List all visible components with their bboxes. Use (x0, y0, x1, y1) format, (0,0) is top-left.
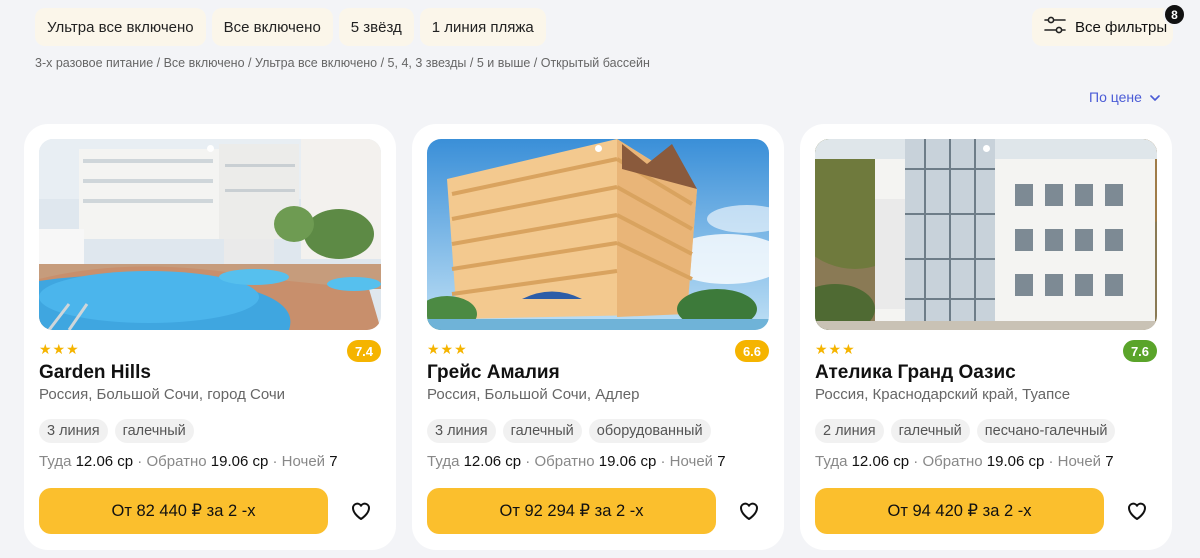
chip-five-stars[interactable]: 5 звёзд (338, 8, 414, 46)
chip-all-inclusive[interactable]: Все включено (211, 8, 333, 46)
departure-label: Туда (427, 453, 460, 470)
sliders-icon (1044, 16, 1066, 38)
departure-label: Туда (815, 453, 848, 470)
beach-type-tag: галечный (890, 419, 970, 443)
hotel-photo-image (815, 139, 1157, 330)
return-label: Обратно (922, 453, 983, 470)
hotel-name[interactable]: Garden Hills (39, 362, 151, 384)
heart-icon[interactable] (737, 499, 761, 523)
review-score-badge: 6.6 (735, 340, 769, 362)
carousel-dot (207, 145, 214, 152)
beach-equipment-tag: оборудованный (588, 419, 711, 443)
price-button[interactable]: От 92 294 ₽ за 2 -х (427, 488, 716, 534)
nights-label: Ночей (669, 453, 714, 470)
quick-filter-chips: Ультра все включено Все включено 5 звёзд… (35, 8, 546, 46)
review-score-badge: 7.6 (1123, 340, 1157, 362)
star-rating: ★★★ (815, 341, 856, 357)
return-date: 19.06 ср (210, 453, 269, 470)
star-rating: ★★★ (39, 341, 80, 357)
beach-line-tag: 2 линия (815, 419, 884, 443)
trip-dates: Туда 12.06 ср · Обратно 19.06 ср · Ночей… (427, 453, 726, 470)
filters-count-badge: 8 (1163, 3, 1186, 26)
nights-count: 7 (329, 453, 338, 470)
hotel-name[interactable]: Грейс Амалия (427, 362, 560, 384)
hotel-name[interactable]: Ателика Гранд Оазис (815, 362, 1016, 384)
hotel-photo-image (427, 139, 769, 330)
beach-tags: 3 линия галечный (39, 419, 194, 443)
carousel-dot (595, 145, 602, 152)
all-filters-button[interactable]: Все фильтры (1032, 8, 1173, 46)
return-date: 19.06 ср (986, 453, 1045, 470)
hotel-photo[interactable] (39, 139, 381, 330)
beach-type-tag: галечный (502, 419, 582, 443)
hotel-location: Россия, Краснодарский край, Туапсе (815, 386, 1071, 403)
review-score-badge: 7.4 (347, 340, 381, 362)
heart-icon[interactable] (349, 499, 373, 523)
separator: · (1044, 453, 1058, 470)
applied-filters-breadcrumb: 3-х разовое питание / Все включено / Уль… (35, 56, 650, 70)
departure-date: 12.06 ср (463, 453, 522, 470)
hotel-card[interactable]: ★★★ 7.6 Ателика Гранд Оазис Россия, Крас… (800, 124, 1172, 550)
separator: · (656, 453, 670, 470)
beach-type-tag: галечный (114, 419, 194, 443)
nights-count: 7 (1105, 453, 1114, 470)
sort-dropdown[interactable]: По цене (1089, 89, 1160, 105)
chip-ultra-all-inclusive[interactable]: Ультра все включено (35, 8, 206, 46)
nights-label: Ночей (1057, 453, 1102, 470)
hotel-photo[interactable] (427, 139, 769, 330)
hotel-location: Россия, Большой Сочи, город Сочи (39, 386, 286, 403)
chevron-down-icon (1150, 89, 1160, 105)
price-button[interactable]: От 82 440 ₽ за 2 -х (39, 488, 328, 534)
trip-dates: Туда 12.06 ср · Обратно 19.06 ср · Ночей… (39, 453, 338, 470)
chip-first-beach-line[interactable]: 1 линия пляжа (419, 8, 546, 46)
departure-label: Туда (39, 453, 72, 470)
all-filters-label: Все фильтры (1075, 18, 1168, 36)
beach-line-tag: 3 линия (39, 419, 108, 443)
hotel-photo[interactable] (815, 139, 1157, 330)
beach-line-tag: 3 линия (427, 419, 496, 443)
separator: · (521, 453, 535, 470)
separator: · (909, 453, 923, 470)
carousel-dot (983, 145, 990, 152)
beach-surface-tag: песчано-галечный (976, 419, 1116, 443)
separator: · (133, 453, 147, 470)
return-label: Обратно (534, 453, 595, 470)
hotel-location: Россия, Большой Сочи, Адлер (427, 386, 640, 403)
heart-icon[interactable] (1125, 499, 1149, 523)
nights-label: Ночей (281, 453, 326, 470)
departure-date: 12.06 ср (75, 453, 134, 470)
price-button[interactable]: От 94 420 ₽ за 2 -х (815, 488, 1104, 534)
star-rating: ★★★ (427, 341, 468, 357)
return-date: 19.06 ср (598, 453, 657, 470)
beach-tags: 3 линия галечный оборудованный (427, 419, 711, 443)
departure-date: 12.06 ср (851, 453, 910, 470)
beach-tags: 2 линия галечный песчано-галечный (815, 419, 1116, 443)
return-label: Обратно (146, 453, 207, 470)
hotel-card[interactable]: ★★★ 6.6 Грейс Амалия Россия, Большой Соч… (412, 124, 784, 550)
separator: · (268, 453, 282, 470)
trip-dates: Туда 12.06 ср · Обратно 19.06 ср · Ночей… (815, 453, 1114, 470)
hotel-card[interactable]: ★★★ 7.4 Garden Hills Россия, Большой Соч… (24, 124, 396, 550)
hotel-photo-image (39, 139, 381, 330)
nights-count: 7 (717, 453, 726, 470)
sort-label: По цене (1089, 89, 1142, 105)
